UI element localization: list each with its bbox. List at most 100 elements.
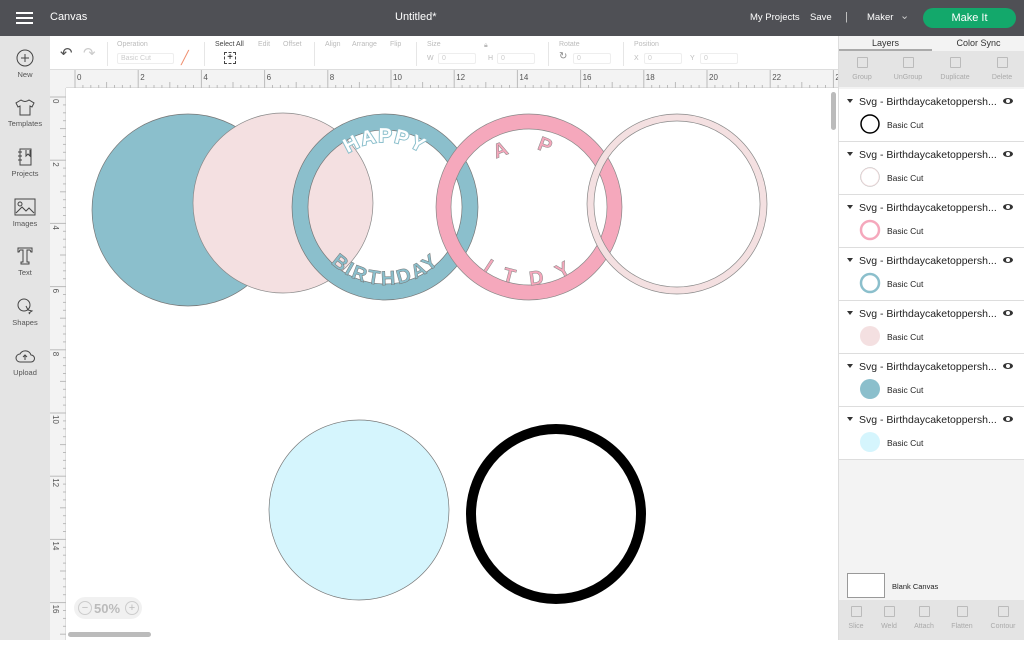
caret-down-icon[interactable] <box>847 152 853 156</box>
caret-down-icon[interactable] <box>847 99 853 103</box>
horizontal-scrollbar[interactable] <box>68 632 151 637</box>
divider: | <box>845 11 848 23</box>
redo-icon[interactable]: ↷ <box>83 44 96 62</box>
group-icon <box>856 57 868 68</box>
align-button[interactable]: Align <box>325 41 341 48</box>
lock-icon[interactable]: 🔒︎ <box>484 42 488 50</box>
save-button[interactable]: Save <box>810 12 832 23</box>
layer-item[interactable]: Svg - Birthdaycaketoppersh... Basic Cut <box>839 89 1024 142</box>
layer-thumbnail <box>860 432 880 452</box>
ruler-label: 4 <box>51 225 60 230</box>
flatten-button[interactable]: Flatten <box>939 606 985 630</box>
black-ring[interactable] <box>466 424 646 604</box>
duplicate-button[interactable]: Duplicate <box>932 57 978 81</box>
blank-canvas-label: Blank Canvas <box>892 582 939 591</box>
top-bar: Canvas Untitled* My Projects Save | Make… <box>0 0 1024 36</box>
layer-item[interactable]: Svg - Birthdaycaketoppersh... Basic Cut <box>839 142 1024 195</box>
caret-down-icon[interactable] <box>847 311 853 315</box>
project-title: Untitled* <box>395 11 437 23</box>
weld-icon <box>883 606 895 617</box>
layer-operation: Basic Cut <box>887 226 924 236</box>
operation-select[interactable]: Basic Cut <box>117 53 174 64</box>
eye-icon[interactable] <box>1003 98 1013 104</box>
sidebar-item-label: New <box>17 70 33 79</box>
chevron-down-icon[interactable]: ⌄ <box>900 9 909 22</box>
layer-name: Svg - Birthdaycaketoppersh... <box>859 96 997 108</box>
ruler-label: 6 <box>267 73 272 82</box>
bottom-actions: Slice Weld Attach Flatten Contour <box>839 600 1024 640</box>
sidebar-item-images[interactable]: Images <box>0 198 50 228</box>
light-blue-circle[interactable] <box>268 419 450 601</box>
delete-button[interactable]: Delete <box>979 57 1024 81</box>
design-canvas[interactable]: HAPPY BIRTHDAY A P I T D Y <box>67 89 838 640</box>
x-input[interactable]: 0 <box>644 53 682 64</box>
sidebar-item-templates[interactable]: Templates <box>0 98 50 128</box>
ruler-label: 16 <box>583 73 592 82</box>
y-input[interactable]: 0 <box>700 53 738 64</box>
layer-item[interactable]: Svg - Birthdaycaketoppersh... Basic Cut <box>839 195 1024 248</box>
select-all-icon[interactable]: + <box>224 52 236 64</box>
caret-down-icon[interactable] <box>847 258 853 262</box>
eye-icon[interactable] <box>1003 257 1013 263</box>
ungroup-button[interactable]: UnGroup <box>885 57 931 81</box>
sidebar-item-upload[interactable]: Upload <box>0 347 50 377</box>
eye-icon[interactable] <box>1003 310 1013 316</box>
vertical-ruler: 0 2 4 6 8 10 12 14 16 <box>50 88 66 640</box>
tab-layers[interactable]: Layers <box>839 36 932 51</box>
ungroup-icon <box>902 57 914 68</box>
layer-item[interactable]: Svg - Birthdaycaketoppersh... Basic Cut <box>839 301 1024 354</box>
undo-icon[interactable]: ↶ <box>60 44 73 62</box>
upload-cloud-icon <box>15 350 35 363</box>
tab-color-sync[interactable]: Color Sync <box>932 36 1024 51</box>
divider <box>623 42 624 66</box>
shapes-icon <box>17 298 34 315</box>
rotate-input[interactable]: 0 <box>573 53 611 64</box>
layer-item[interactable]: Svg - Birthdaycaketoppersh... Basic Cut <box>839 354 1024 407</box>
rotate-label: Rotate <box>559 41 580 48</box>
ruler-label: 12 <box>456 73 465 82</box>
sidebar-item-new[interactable]: New <box>0 49 50 79</box>
my-projects-link[interactable]: My Projects <box>750 12 800 23</box>
machine-select[interactable]: Maker <box>867 12 893 23</box>
layer-thumbnail <box>860 167 880 187</box>
flip-button[interactable]: Flip <box>390 41 401 48</box>
width-input[interactable]: 0 <box>438 53 476 64</box>
sidebar-item-text[interactable]: Text <box>0 247 50 277</box>
caret-down-icon[interactable] <box>847 364 853 368</box>
ruler-label: 6 <box>51 289 60 294</box>
ruler-label: 2 <box>51 162 60 167</box>
edit-button[interactable]: Edit <box>258 41 270 48</box>
offset-button[interactable]: Offset <box>283 41 302 48</box>
svg-text:A P: A P <box>490 133 568 163</box>
edit-toolbar: ↶ ↷ Operation Basic Cut ╱ Select All + E… <box>50 36 838 70</box>
zoom-out-button[interactable]: − <box>78 601 92 615</box>
vertical-scrollbar[interactable] <box>831 92 836 130</box>
group-button[interactable]: Group <box>839 57 885 81</box>
sidebar-item-shapes[interactable]: Shapes <box>0 297 50 327</box>
sidebar-item-projects[interactable]: Projects <box>0 148 50 178</box>
width-label: W <box>427 55 434 62</box>
linetype-icon[interactable]: ╱ <box>181 50 189 66</box>
eye-icon[interactable] <box>1003 151 1013 157</box>
sidebar-item-label: Templates <box>7 119 43 128</box>
zoom-in-button[interactable]: + <box>125 601 139 615</box>
hamburger-icon[interactable] <box>16 12 33 24</box>
layer-item[interactable]: Svg - Birthdaycaketoppersh... Basic Cut <box>839 248 1024 301</box>
arrange-button[interactable]: Arrange <box>352 41 377 48</box>
contour-button[interactable]: Contour <box>980 606 1024 630</box>
height-input[interactable]: 0 <box>497 53 535 64</box>
blank-canvas-thumb[interactable] <box>847 573 885 598</box>
size-label: Size <box>427 41 441 48</box>
caret-down-icon[interactable] <box>847 417 853 421</box>
caret-down-icon[interactable] <box>847 205 853 209</box>
paperclip-icon <box>918 606 930 617</box>
layer-item[interactable]: Svg - Birthdaycaketoppersh... Basic Cut <box>839 407 1024 460</box>
ruler-label: 8 <box>51 352 60 357</box>
horizontal-ruler: 024681012141618202224 <box>66 70 845 88</box>
eye-icon[interactable] <box>1003 363 1013 369</box>
eye-icon[interactable] <box>1003 416 1013 422</box>
eye-icon[interactable] <box>1003 204 1013 210</box>
layer-operation: Basic Cut <box>887 438 924 448</box>
image-icon <box>14 198 36 216</box>
make-it-button[interactable]: Make It <box>923 8 1016 28</box>
